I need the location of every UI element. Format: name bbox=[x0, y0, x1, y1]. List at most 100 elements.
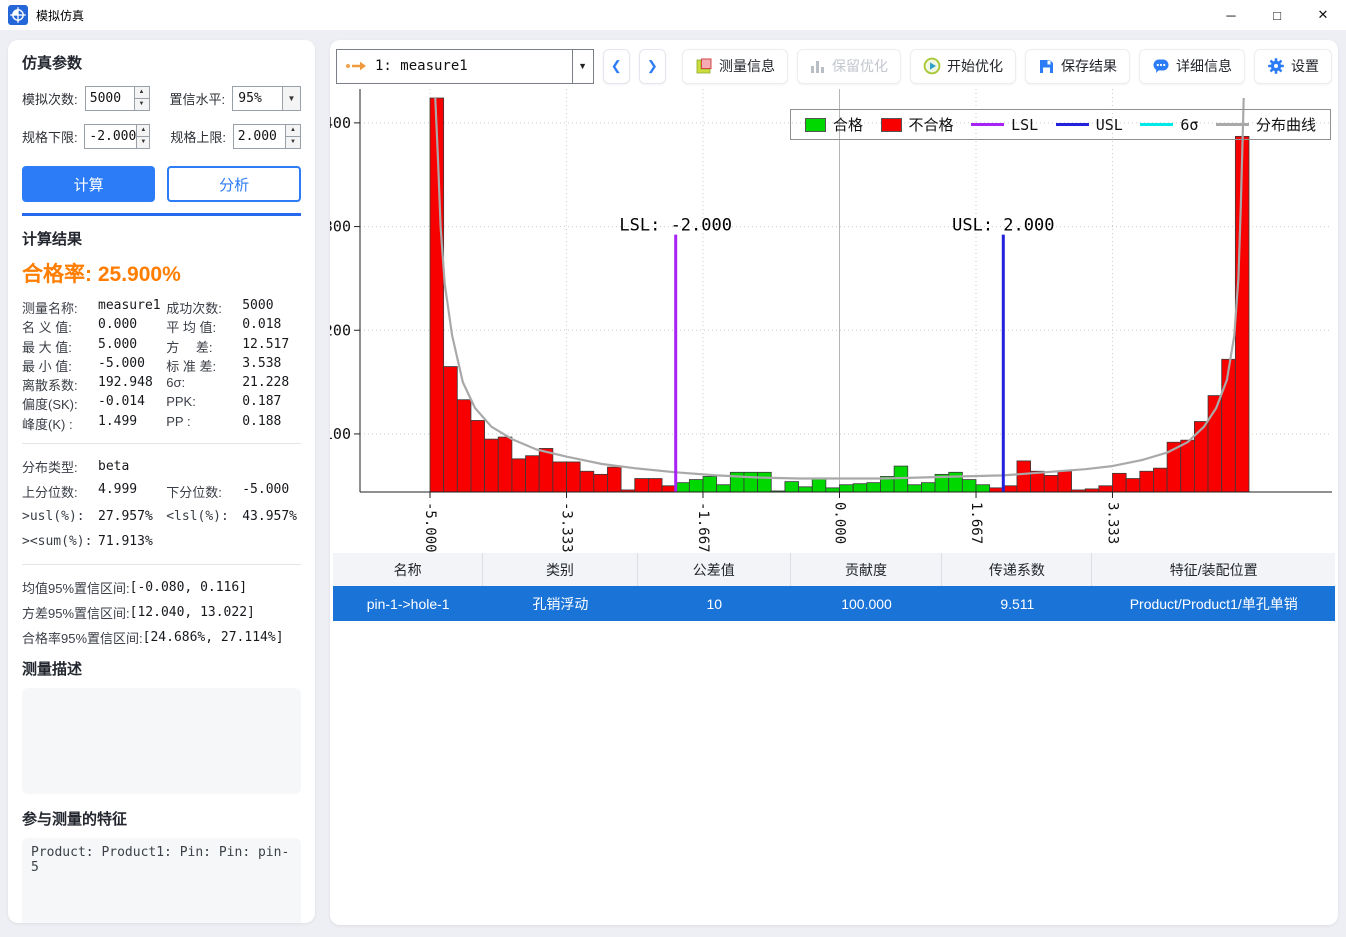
spin-up-icon[interactable]: ▲ bbox=[137, 125, 149, 137]
ci-label: 方差95%置信区间: bbox=[22, 603, 130, 622]
details-button[interactable]: 详细信息 bbox=[1139, 49, 1245, 84]
statistics-list: 测量名称:measure1成功次数:5000 名 义 值:0.000平 均 值:… bbox=[22, 298, 301, 433]
histogram-bar bbox=[1044, 475, 1058, 492]
spin-up-icon[interactable]: ▲ bbox=[135, 87, 149, 99]
histogram-bar bbox=[580, 471, 594, 492]
sidebar-panel: 仿真参数 模拟次数: 5000 ▲▼ 置信水平: 95% ▼ 规格下限: -2.… bbox=[8, 40, 315, 923]
confidence-select[interactable]: 95% ▼ bbox=[232, 86, 301, 111]
settings-button[interactable]: 设置 bbox=[1254, 49, 1332, 84]
stat-value: 21.228 bbox=[242, 375, 289, 394]
analyze-button[interactable]: 分析 bbox=[167, 166, 301, 202]
stat-value: measure1 bbox=[98, 298, 161, 317]
table-row[interactable]: pin-1->hole-1 孔销浮动 10 100.000 9.511 Prod… bbox=[333, 586, 1335, 621]
y-tick-label: 300 bbox=[330, 218, 351, 236]
stat-value: 5000 bbox=[242, 298, 273, 317]
distribution-info: 分布类型:beta 上分位数:4.999下分位数:-5.000 >usl(%):… bbox=[22, 454, 301, 554]
x-tick-label: -1.667 bbox=[695, 502, 711, 553]
close-button[interactable]: ✕ bbox=[1300, 0, 1346, 30]
dist-label: <lsl(%): bbox=[166, 509, 242, 524]
cell-transfer-coeff: 9.511 bbox=[942, 586, 1092, 621]
pass-rate-value: 25.900% bbox=[98, 263, 181, 286]
save-results-button[interactable]: 保存结果 bbox=[1025, 49, 1130, 84]
spec-lower-value[interactable]: -2.000 bbox=[85, 125, 136, 148]
measure-info-button[interactable]: 测量信息 bbox=[682, 49, 788, 84]
previous-measure-button[interactable]: ❮ bbox=[603, 49, 630, 84]
histogram-bar bbox=[812, 479, 826, 492]
dist-type-label: 分布类型: bbox=[22, 457, 98, 476]
histogram-bar bbox=[840, 485, 854, 492]
col-header-tolerance: 公差值 bbox=[638, 553, 791, 586]
spin-down-icon[interactable]: ▼ bbox=[286, 137, 300, 148]
chevron-down-icon[interactable]: ▼ bbox=[282, 87, 300, 110]
histogram-bar bbox=[976, 485, 990, 492]
spec-lower-stepper[interactable]: -2.000 ▲▼ bbox=[84, 124, 150, 149]
save-results-label: 保存结果 bbox=[1061, 56, 1117, 76]
usl-annotation: USL: 2.000 bbox=[952, 216, 1054, 236]
histogram-bar bbox=[607, 467, 621, 492]
measure-selector[interactable]: 1: measure1 ▼ bbox=[336, 49, 594, 84]
legend-swatch bbox=[805, 118, 826, 132]
stat-label: PP : bbox=[166, 414, 242, 433]
sim-count-value[interactable]: 5000 bbox=[86, 87, 134, 110]
spin-down-icon[interactable]: ▼ bbox=[137, 137, 149, 148]
features-box[interactable]: Product: Product1: Pin: Pin: pin-5 bbox=[22, 838, 301, 923]
maximize-button[interactable]: □ bbox=[1254, 0, 1300, 30]
next-measure-button[interactable]: ❯ bbox=[639, 49, 666, 84]
histogram-bar bbox=[990, 488, 1004, 492]
measure-description-title: 测量描述 bbox=[22, 658, 301, 679]
stat-value: 0.000 bbox=[98, 317, 137, 336]
legend-line-swatch bbox=[1216, 123, 1249, 126]
table-header-row: 名称 类别 公差值 贡献度 传递系数 特征/装配位置 bbox=[333, 553, 1335, 586]
simulation-params-title: 仿真参数 bbox=[22, 52, 301, 73]
histogram-bar bbox=[758, 472, 772, 492]
stat-label: 测量名称: bbox=[22, 298, 98, 317]
x-tick-label: -5.000 bbox=[422, 502, 438, 553]
stat-value: 1.499 bbox=[98, 414, 137, 433]
blue-divider bbox=[22, 213, 301, 216]
histogram-bar bbox=[717, 485, 731, 492]
measure-description-box[interactable] bbox=[22, 688, 301, 794]
keep-optimize-label: 保留优化 bbox=[832, 56, 888, 76]
legend-label: USL bbox=[1096, 116, 1123, 134]
cell-category: 孔销浮动 bbox=[483, 586, 637, 621]
ci-value: [12.040, 13.022] bbox=[130, 605, 255, 620]
histogram-bar bbox=[676, 483, 690, 492]
sim-count-label: 模拟次数: bbox=[22, 89, 85, 108]
histogram-bar bbox=[526, 456, 540, 492]
dist-type-value: beta bbox=[98, 459, 129, 474]
histogram-bar bbox=[908, 485, 922, 492]
histogram-bar bbox=[1003, 486, 1017, 492]
spec-upper-stepper[interactable]: 2.000 ▲▼ bbox=[233, 124, 301, 149]
stat-value: 0.018 bbox=[242, 317, 281, 336]
app-icon bbox=[8, 5, 28, 25]
stat-label: 最 小 值: bbox=[22, 356, 98, 375]
histogram-bar bbox=[1099, 486, 1113, 492]
stat-label: PPK: bbox=[166, 394, 242, 413]
start-optimize-button[interactable]: 开始优化 bbox=[910, 49, 1016, 84]
confidence-label: 置信水平: bbox=[170, 89, 233, 108]
calculate-button[interactable]: 计算 bbox=[22, 166, 155, 202]
titlebar: 模拟仿真 ─ □ ✕ bbox=[0, 0, 1346, 30]
stat-label: 成功次数: bbox=[166, 298, 242, 317]
sim-count-stepper[interactable]: 5000 ▲▼ bbox=[85, 86, 150, 111]
histogram-bar bbox=[553, 462, 567, 492]
chevron-down-icon[interactable]: ▼ bbox=[572, 50, 593, 83]
spin-down-icon[interactable]: ▼ bbox=[135, 99, 149, 110]
main-panel: 1: measure1 ▼ ❮ ❯ 测量信息 保留优化 开始 bbox=[330, 40, 1338, 925]
keep-optimize-button[interactable]: 保留优化 bbox=[797, 49, 901, 84]
chat-bubble-icon bbox=[1152, 57, 1170, 75]
stat-label: 平 均 值: bbox=[166, 317, 242, 336]
results-title: 计算结果 bbox=[22, 228, 301, 249]
x-tick-label: -3.333 bbox=[559, 502, 575, 553]
spin-up-icon[interactable]: ▲ bbox=[286, 125, 300, 137]
spec-upper-value[interactable]: 2.000 bbox=[234, 125, 285, 148]
minimize-button[interactable]: ─ bbox=[1208, 0, 1254, 30]
window-title: 模拟仿真 bbox=[36, 7, 84, 24]
histogram-bar bbox=[485, 439, 499, 492]
legend-label: LSL bbox=[1011, 116, 1038, 134]
legend-line-swatch bbox=[1140, 123, 1173, 126]
pass-rate: 合格率: 25.900% bbox=[22, 258, 301, 288]
stat-value: -0.014 bbox=[98, 394, 145, 413]
stat-value: 5.000 bbox=[98, 337, 137, 356]
legend-line-swatch bbox=[971, 123, 1004, 126]
